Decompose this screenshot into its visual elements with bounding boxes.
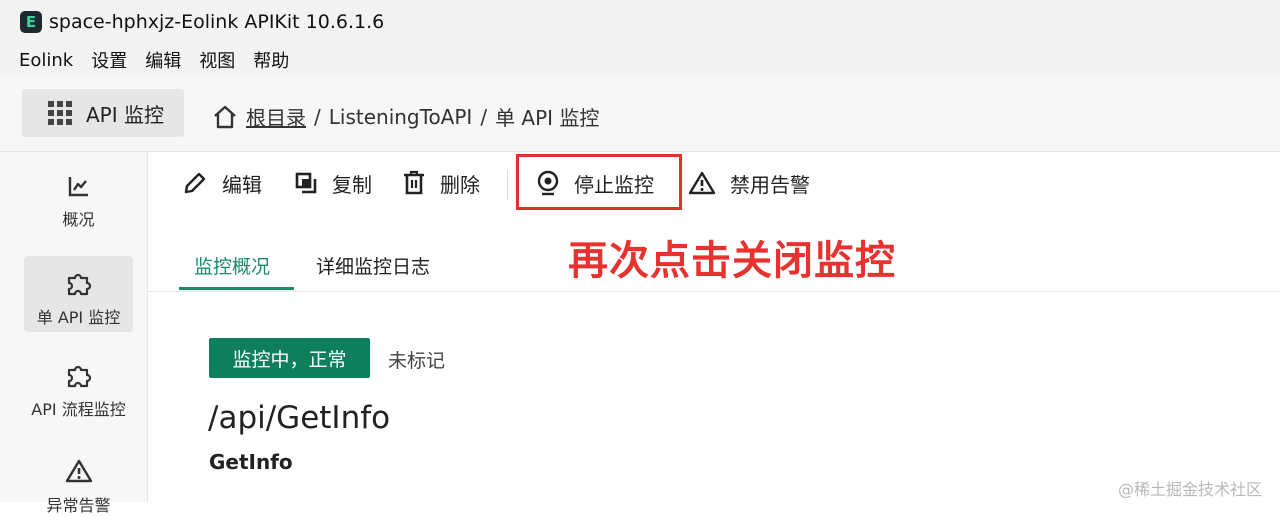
- watermark: @稀土掘金技术社区: [1118, 480, 1263, 499]
- api-name: GetInfo: [209, 450, 293, 474]
- puzzle-icon: [67, 365, 91, 388]
- copy-label: 复制: [332, 172, 372, 197]
- delete-label: 删除: [440, 172, 480, 197]
- breadcrumb-root-link[interactable]: 根目录: [246, 102, 306, 131]
- sidebar: 概况 单 API 监控 API 流程监控 异常告警: [0, 152, 148, 515]
- breadcrumb-item-project[interactable]: ListeningToAPI: [329, 105, 473, 129]
- action-toolbar: 编辑 复制 删除 停止监控 禁用告警: [148, 152, 1280, 214]
- window-title: space-hphxjz-Eolink APIKit 10.6.1.6: [49, 11, 385, 33]
- menu-item-eolink[interactable]: Eolink: [19, 50, 73, 71]
- warning-icon: [688, 171, 716, 195]
- module-switcher-button[interactable]: API 监控: [22, 89, 184, 137]
- menu-item-help[interactable]: 帮助: [253, 47, 289, 73]
- stop-monitor-label: 停止监控: [574, 172, 654, 197]
- sidebar-item-label: 概况: [62, 210, 95, 229]
- edit-button[interactable]: 编辑: [182, 152, 262, 214]
- active-tab-indicator: [179, 287, 294, 290]
- title-bar: E space-hphxjz-Eolink APIKit 10.6.1.6: [0, 0, 1280, 44]
- sidebar-item-label: API 流程监控: [31, 400, 126, 419]
- top-nav: API 监控 根目录 / ListeningToAPI / 单 API 监控: [0, 76, 1280, 152]
- disable-alert-button[interactable]: 禁用告警: [688, 152, 810, 214]
- delete-button[interactable]: 删除: [402, 152, 480, 214]
- pencil-icon: [184, 172, 206, 194]
- edit-label: 编辑: [222, 172, 262, 197]
- copy-icon: [295, 172, 317, 194]
- menu-item-view[interactable]: 视图: [199, 47, 235, 73]
- chart-icon: [68, 177, 88, 197]
- menu-bar: Eolink 设置 编辑 视图 帮助: [0, 44, 1280, 76]
- tab-monitor-overview[interactable]: 监控概况: [194, 252, 270, 279]
- toolbar-divider: [507, 170, 508, 200]
- apps-grid-icon: [48, 101, 72, 125]
- disable-alert-label: 禁用告警: [730, 172, 810, 197]
- sidebar-item-api-flow-monitor[interactable]: API 流程监控: [24, 362, 133, 422]
- home-icon[interactable]: [212, 105, 238, 129]
- stop-monitor-button[interactable]: 停止监控: [536, 152, 654, 214]
- sidebar-item-label: 单 API 监控: [36, 308, 121, 327]
- app-logo-icon: E: [20, 11, 42, 33]
- sidebar-item-alerts[interactable]: 异常告警: [24, 458, 133, 518]
- status-badge: 监控中，正常: [209, 338, 370, 378]
- menu-item-settings[interactable]: 设置: [91, 47, 127, 73]
- module-label: API 监控: [86, 102, 164, 127]
- breadcrumb-item-current: 单 API 监控: [495, 106, 600, 130]
- copy-button[interactable]: 复制: [294, 152, 372, 214]
- menu-item-edit[interactable]: 编辑: [145, 47, 181, 73]
- warning-icon: [65, 459, 92, 483]
- breadcrumb-separator: /: [480, 104, 488, 129]
- trash-icon: [404, 170, 424, 195]
- api-path: /api/GetInfo: [208, 400, 391, 436]
- tab-monitor-logs[interactable]: 详细监控日志: [316, 252, 430, 279]
- breadcrumb: 根目录 / ListeningToAPI / 单 API 监控: [212, 102, 599, 131]
- breadcrumb-separator: /: [314, 104, 321, 129]
- sidebar-item-single-api-monitor[interactable]: 单 API 监控: [24, 256, 133, 332]
- tab-bar: 监控概况 详细监控日志: [148, 240, 1280, 292]
- sidebar-item-label: 异常告警: [46, 496, 111, 515]
- tag-label[interactable]: 未标记: [388, 346, 445, 373]
- puzzle-icon: [67, 273, 91, 296]
- sidebar-item-overview[interactable]: 概况: [24, 174, 133, 234]
- webcam-icon: [537, 170, 559, 196]
